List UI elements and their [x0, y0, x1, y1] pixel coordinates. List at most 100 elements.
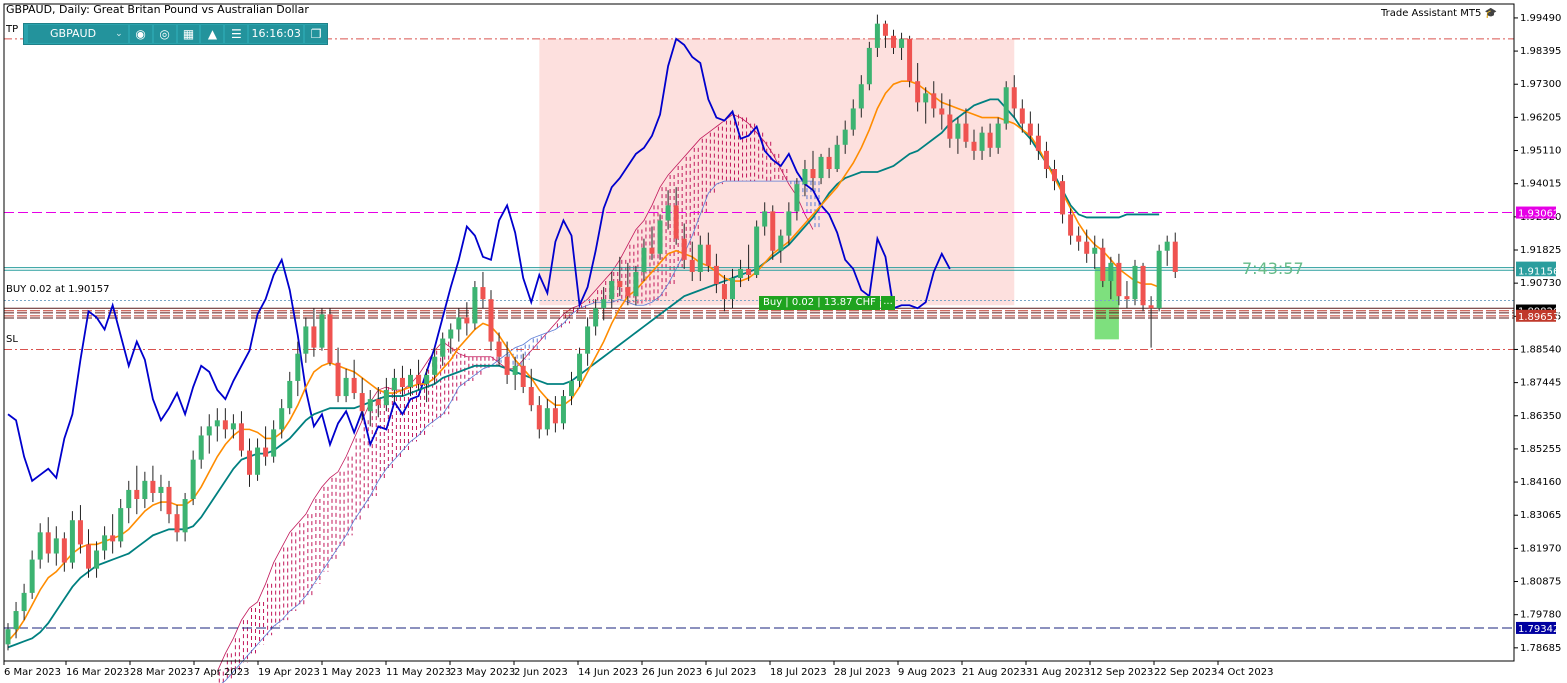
candle-body [746, 268, 752, 275]
candle-body [238, 423, 244, 451]
candle-body [971, 141, 977, 151]
candle-body [464, 317, 470, 324]
candle-body [1156, 250, 1162, 309]
candle-body [931, 93, 937, 109]
x-tick-label: 9 Aug 2023 [898, 667, 956, 678]
price-chart[interactable]: 1.99490 1.98395 1.97300 1.96205 1.95110 1.940… [0, 0, 1567, 683]
candle-body [874, 23, 880, 48]
candle-body [456, 317, 462, 330]
candle-body [923, 93, 929, 103]
candle-body [5, 629, 11, 645]
candle-body [842, 129, 848, 145]
candle-body [408, 374, 413, 387]
candle-body [569, 380, 574, 397]
candle-body [536, 405, 542, 430]
candle-body [689, 259, 695, 272]
price-tag-label: 1.93062 [1518, 209, 1559, 220]
candle-body [222, 420, 228, 430]
x-tick-label: 14 Jun 2023 [578, 667, 638, 678]
tp-label: TP [5, 24, 18, 35]
candle-body [295, 353, 301, 381]
candle-body [383, 390, 389, 406]
position-more-button[interactable]: ... [881, 296, 895, 310]
candle-body [118, 508, 124, 542]
candle-body [826, 156, 832, 170]
symbol-label: GBPAUD [50, 27, 97, 40]
y-tick-label: 1.84160 [1520, 477, 1561, 488]
symbol-selector[interactable]: GBPAUD ⌄ [28, 25, 128, 43]
candle-body [915, 81, 921, 103]
candle-body [786, 211, 792, 236]
candle-body [713, 265, 719, 285]
candle-body [593, 308, 599, 327]
candle-body [214, 420, 220, 427]
buy-position-button[interactable]: Buy | 0.02 | 13.87 CHF [759, 296, 880, 310]
x-tick-label: 12 Sep 2023 [1090, 667, 1153, 678]
y-tick-label: 1.83065 [1520, 510, 1561, 521]
sl-label: SL [6, 334, 18, 345]
candle-body [1019, 108, 1025, 124]
candle-body [21, 592, 27, 612]
candle-body [1092, 247, 1098, 254]
candle-body [721, 284, 727, 300]
trade-toolbar: GBPAUD ⌄ ◉ ◎ ▦ ▲ ☰ 16:16:03 ❐ [23, 23, 328, 45]
graduation-cap-icon: 🎓 [1484, 8, 1497, 19]
x-tick-label: 2 Jun 2023 [514, 667, 568, 678]
candle-body [198, 435, 204, 460]
candle-body [1148, 305, 1154, 309]
x-tick-label: 4 Oct 2023 [1218, 667, 1273, 678]
candle-body [206, 426, 212, 436]
candle-body [319, 314, 325, 348]
candle-body [609, 281, 615, 300]
candle-body [287, 380, 293, 409]
candle-body [391, 377, 397, 391]
menu-icon[interactable]: ☰ [225, 25, 248, 43]
candle-body [585, 326, 591, 354]
candle-body [488, 299, 494, 342]
x-tick-label: 18 Jul 2023 [770, 667, 827, 678]
candle-body [343, 377, 349, 397]
candle-body [520, 365, 526, 387]
camera-icon[interactable]: ◉ [129, 25, 152, 43]
candle-body [29, 559, 35, 593]
y-tick-label: 1.88540 [1520, 344, 1561, 355]
y-tick-label: 1.95110 [1520, 146, 1561, 157]
y-tick-label: 1.90730 [1520, 278, 1561, 289]
candle-body [834, 144, 840, 170]
candle-body [907, 38, 913, 82]
window-icon[interactable]: ❐ [305, 25, 328, 43]
price-tag-label: 1.91156 [1518, 266, 1559, 277]
x-tick-label: 19 Apr 2023 [258, 667, 320, 678]
candle-body [1172, 241, 1178, 272]
candle-body [641, 247, 647, 272]
candle-body [432, 356, 438, 375]
candle-body [955, 123, 961, 139]
calendar-icon[interactable]: ▦ [177, 25, 200, 43]
candle-body [979, 132, 985, 151]
candle-body [1027, 123, 1033, 136]
candle-body [480, 287, 486, 300]
x-tick-label: 28 Jul 2023 [834, 667, 891, 678]
candle-body [939, 108, 945, 115]
bell-icon[interactable]: ▲ [201, 25, 224, 43]
candle-body [126, 489, 132, 509]
y-tick-label: 1.96205 [1520, 112, 1561, 123]
candle-body [1108, 262, 1114, 282]
y-tick-label: 1.99490 [1520, 13, 1561, 24]
candle-body [263, 447, 269, 457]
candle-body [963, 123, 969, 142]
candle-body [110, 535, 116, 542]
candle-body [142, 480, 148, 500]
chart-title: GBPAUD, Daily: Great Britan Pound vs Aus… [6, 3, 309, 16]
candle-body [102, 535, 108, 551]
price-tag-label: 1.79342 [1518, 624, 1559, 635]
x-tick-label: 22 Sep 2023 [1154, 667, 1217, 678]
x-tick-label: 26 Jun 2023 [642, 667, 702, 678]
candle-body [1052, 169, 1057, 182]
trade-assistant-label[interactable]: Trade Assistant MT5 🎓 [1381, 8, 1497, 19]
candle-body [77, 520, 83, 545]
candle-body [891, 35, 896, 48]
eye-icon[interactable]: ◎ [153, 25, 176, 43]
candle-body [625, 287, 631, 297]
candle-body [762, 211, 768, 227]
